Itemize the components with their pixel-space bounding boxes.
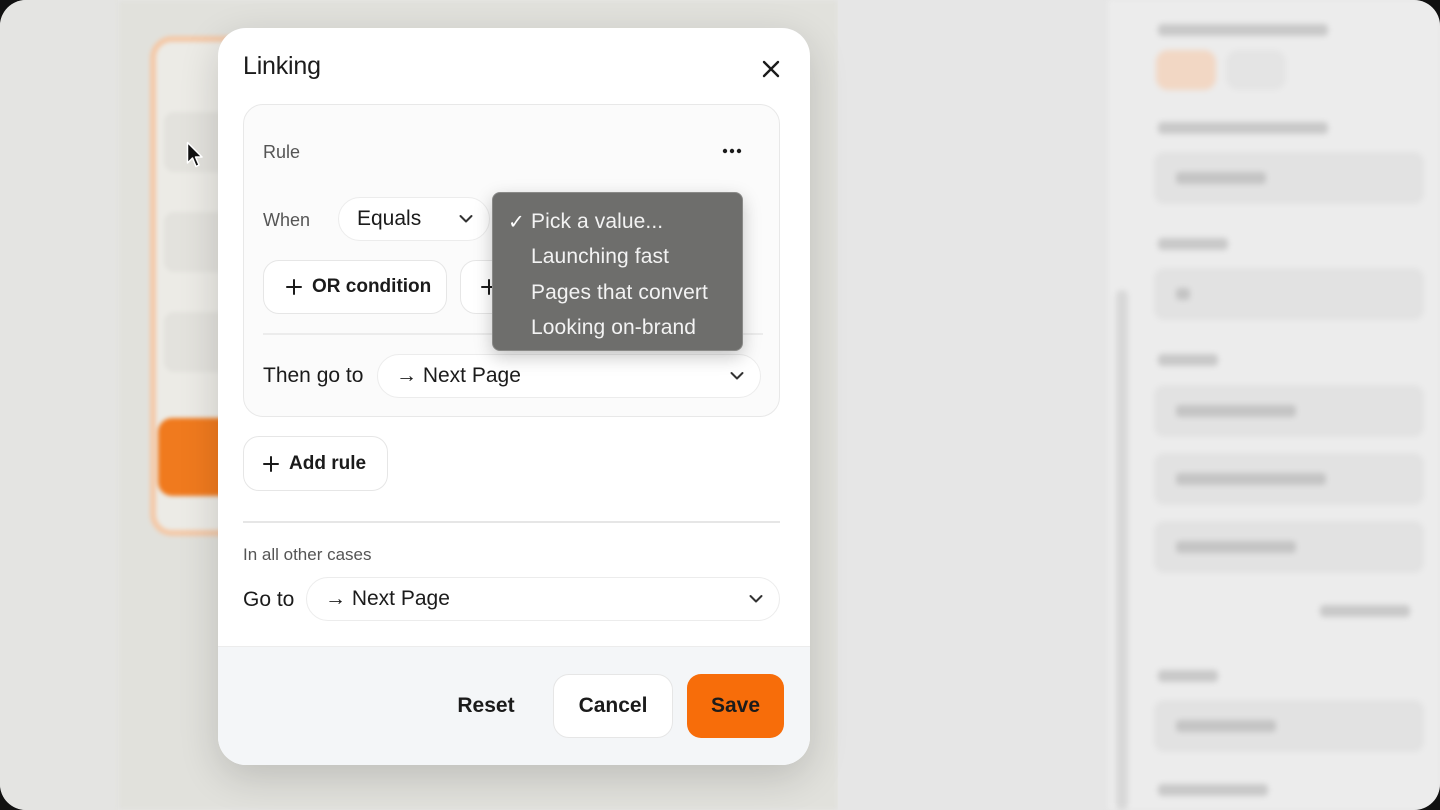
cursor-icon [186, 141, 203, 168]
rule-label: Rule [263, 142, 301, 162]
dropdown-option-label: Pick a value... [531, 209, 664, 233]
background-settings-panel [1108, 0, 1440, 810]
or-condition-button[interactable]: OR condition [263, 260, 447, 314]
reset-button[interactable]: Reset [440, 674, 532, 738]
dialog-footer: Reset Cancel Save [218, 646, 810, 765]
background-middle [838, 0, 1108, 810]
go-to-label: Go to [243, 588, 295, 611]
section-divider [243, 521, 780, 523]
or-condition-label: OR condition [312, 276, 432, 297]
chevron-down-icon [459, 215, 473, 223]
more-icon [722, 148, 742, 154]
dropdown-option-label: Launching fast [531, 245, 670, 269]
app-window: Linking Rule When Equals OR condition Th… [0, 0, 1440, 810]
then-destination-value: → Next Page [396, 364, 521, 387]
default-destination-value: → Next Page [325, 587, 450, 610]
close-button[interactable] [756, 54, 786, 84]
background-left-panel [0, 0, 118, 810]
dropdown-option[interactable]: Pages that convert [493, 275, 742, 311]
plus-icon [263, 455, 279, 472]
dropdown-option-label: Pages that convert [531, 280, 708, 304]
chevron-down-icon [730, 372, 744, 380]
linking-dialog: Linking Rule When Equals OR condition Th… [218, 28, 810, 765]
check-icon: ✓ [508, 211, 525, 234]
operator-select[interactable]: Equals [338, 197, 490, 241]
rule-more-button[interactable] [716, 139, 748, 163]
add-rule-button[interactable]: Add rule [243, 436, 388, 491]
default-destination-select[interactable]: → Next Page [306, 577, 780, 621]
dropdown-option[interactable]: Looking on-brand [493, 311, 742, 347]
then-destination-select[interactable]: → Next Page [377, 354, 761, 398]
dropdown-option[interactable]: Launching fast [493, 240, 742, 276]
dialog-title: Linking [243, 52, 321, 80]
dropdown-option[interactable]: ✓ Pick a value... [493, 204, 742, 240]
when-label: When [263, 210, 311, 230]
operator-value: Equals [357, 207, 422, 230]
chevron-down-icon [749, 595, 763, 603]
cancel-button[interactable]: Cancel [553, 674, 673, 738]
dropdown-option-label: Looking on-brand [531, 316, 697, 340]
close-icon [762, 60, 780, 78]
then-go-to-label: Then go to [263, 364, 364, 387]
other-cases-label: In all other cases [243, 545, 372, 564]
value-dropdown-menu: ✓ Pick a value... Launching fast Pages t… [492, 192, 743, 351]
plus-icon [286, 279, 302, 295]
add-rule-label: Add rule [289, 452, 367, 474]
save-button[interactable]: Save [687, 674, 784, 738]
